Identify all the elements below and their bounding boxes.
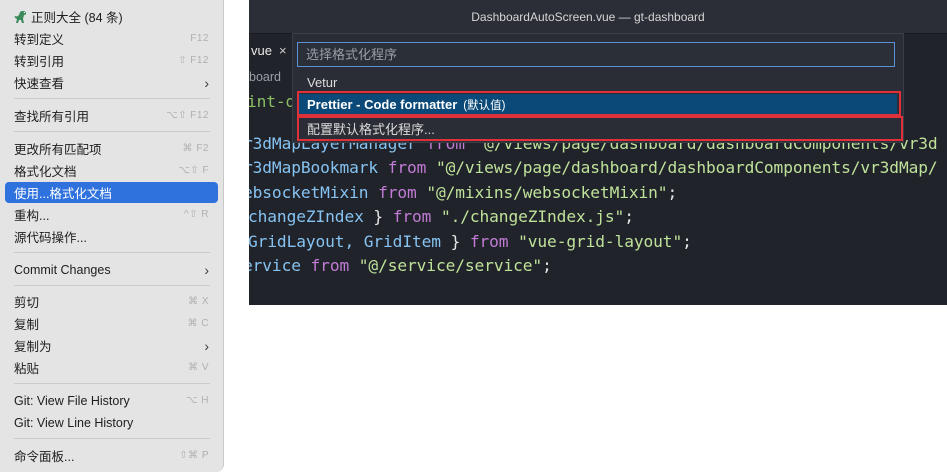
code-string: "@/views/page/dashboard/dashboardCompone… <box>435 158 938 177</box>
menu-separator <box>14 131 210 132</box>
code-string: "./changeZIndex.js" <box>440 207 625 226</box>
menu-item-source-action[interactable]: 源代码操作... <box>5 226 218 247</box>
menu-item-label: 快速查看 <box>14 77 65 91</box>
code-keyword: from <box>387 158 427 177</box>
code-line: r3dMapBookmark from "@/views/page/dashbo… <box>249 158 938 177</box>
menu-item-label: 剪切 <box>14 296 40 310</box>
menu-item-label: 粘贴 <box>14 362 40 376</box>
menu-item-label: 转到引用 <box>14 55 65 69</box>
code-keyword: from <box>392 207 432 226</box>
menu-item-label: 查找所有引用 <box>14 110 90 124</box>
menu-item-shortcut: F12 <box>190 33 209 44</box>
menu-item-peek[interactable]: 快速查看 › <box>5 72 218 93</box>
menu-item-label: Git: View File History <box>14 393 130 408</box>
formatter-option-vetur[interactable]: Vetur <box>297 72 897 93</box>
menu-item-go-to-definition[interactable]: 转到定义 F12 <box>5 28 218 49</box>
code-keyword: from <box>310 256 350 275</box>
menu-item-label: 更改所有匹配项 <box>14 143 102 157</box>
menu-item-find-all-references[interactable]: 查找所有引用 ⌥⇧ F12 <box>5 105 218 126</box>
menu-item-label: 正则大全 (84 条) <box>31 11 123 25</box>
menu-item-shortcut: ⌘ C <box>187 318 209 329</box>
menu-item-label: Git: View Line History <box>14 415 134 430</box>
menu-item-shortcut: ⌘ V <box>188 362 209 373</box>
menu-item-shortcut: ⌘ X <box>188 296 209 307</box>
menu-item-shortcut: ⇧⌘ P <box>179 450 209 461</box>
breadcrumb[interactable]: board <box>249 70 281 84</box>
code-identifier: GridLayout, GridItem <box>249 232 441 251</box>
menu-item-shortcut: ⌥⇧ F <box>178 165 209 176</box>
formatter-search-input[interactable] <box>297 42 895 67</box>
code-text: int-d <box>249 92 296 111</box>
code-line: ervice from "@/service/service"; <box>249 256 552 275</box>
menu-item-label: 复制为 <box>14 340 52 354</box>
window-titlebar: DashboardAutoScreen.vue — gt-dashboard <box>249 0 947 34</box>
menu-item-shortcut: ⇧ F12 <box>178 55 209 66</box>
menu-item-regex-collection[interactable]: 正则大全 (84 条) <box>5 6 218 27</box>
menu-item-format-document-with[interactable]: 使用...格式化文档 <box>5 182 218 203</box>
menu-item-refactor[interactable]: 重构... ^⇧ R <box>5 204 218 225</box>
code-identifier: r3dMapBookmark <box>249 158 379 177</box>
menu-item-label: 源代码操作... <box>14 231 87 245</box>
code-punctuation: ; <box>542 256 552 275</box>
code-punctuation: ; <box>667 183 678 202</box>
code-keyword: from <box>469 232 509 251</box>
code-line: changeZIndex } from "./changeZIndex.js"; <box>249 207 634 226</box>
menu-item-label: 转到定义 <box>14 33 65 47</box>
code-line: int-d <box>249 92 295 111</box>
default-badge: (默认值) <box>463 99 506 112</box>
chevron-right-icon: › <box>204 337 209 354</box>
option-label: Prettier - Code formatter <box>307 97 458 112</box>
code-identifier: ervice <box>249 256 301 275</box>
menu-item-shortcut: ^⇧ R <box>183 209 209 220</box>
dinosaur-icon <box>14 11 26 23</box>
formatter-quick-pick: Vetur Prettier - Code formatter (默认值) 配置… <box>292 33 904 143</box>
formatter-option-prettier[interactable]: Prettier - Code formatter (默认值) <box>297 94 897 115</box>
code-punctuation: ; <box>682 232 692 251</box>
menu-item-label: 复制 <box>14 318 40 332</box>
menu-item-label: 命令面板... <box>14 450 75 464</box>
close-icon[interactable]: × <box>279 43 287 58</box>
menu-item-label: Commit Changes <box>14 262 111 277</box>
option-label: 配置默认格式化程序... <box>307 122 435 137</box>
editor-tab[interactable]: vue × <box>249 36 293 64</box>
code-string: "vue-grid-layout" <box>518 232 683 251</box>
menu-item-shortcut: ⌘ F2 <box>182 143 209 154</box>
code-line: GridLayout, GridItem } from "vue-grid-la… <box>249 232 692 251</box>
tab-label: vue <box>251 42 272 58</box>
menu-item-label: 格式化文档 <box>14 165 77 179</box>
menu-separator <box>14 438 210 439</box>
window-title: DashboardAutoScreen.vue — gt-dashboard <box>471 9 705 24</box>
menu-item-cut[interactable]: 剪切 ⌘ X <box>5 291 218 312</box>
menu-item-paste[interactable]: 粘贴 ⌘ V <box>5 357 218 378</box>
menu-separator <box>14 383 210 384</box>
context-menu: 正则大全 (84 条) 转到定义 F12 转到引用 ⇧ F12 快速查看 › 查… <box>0 0 224 472</box>
code-identifier: ebsocketMixin <box>249 183 369 202</box>
menu-item-command-palette[interactable]: 命令面板... ⇧⌘ P <box>5 445 218 466</box>
menu-item-shortcut: ⌥ H <box>185 395 209 406</box>
chevron-right-icon: › <box>204 74 209 91</box>
chevron-right-icon: › <box>204 261 209 278</box>
menu-item-git-line-history[interactable]: Git: View Line History <box>5 412 218 433</box>
menu-separator <box>14 252 210 253</box>
code-line: ebsocketMixin from "@/mixins/websocketMi… <box>249 183 677 202</box>
menu-item-copy[interactable]: 复制 ⌘ C <box>5 313 218 334</box>
menu-item-go-to-references[interactable]: 转到引用 ⇧ F12 <box>5 50 218 71</box>
code-punctuation: ; <box>624 207 634 226</box>
code-string: "@/mixins/websocketMixin" <box>426 183 668 202</box>
menu-separator <box>14 285 210 286</box>
menu-item-shortcut: ⌥⇧ F12 <box>166 110 209 121</box>
code-keyword: from <box>378 183 417 202</box>
menu-item-git-file-history[interactable]: Git: View File History ⌥ H <box>5 390 218 411</box>
menu-item-copy-as[interactable]: 复制为 › <box>5 335 218 356</box>
formatter-option-configure-default[interactable]: 配置默认格式化程序... <box>297 118 897 139</box>
code-string: "@/service/service" <box>358 256 543 275</box>
menu-item-label: 重构... <box>14 209 50 223</box>
menu-item-format-document[interactable]: 格式化文档 ⌥⇧ F <box>5 160 218 181</box>
menu-item-commit-changes[interactable]: Commit Changes › <box>5 259 218 280</box>
code-identifier: changeZIndex <box>249 207 364 226</box>
menu-separator <box>14 98 210 99</box>
menu-item-label: 使用...格式化文档 <box>14 187 112 201</box>
option-label: Vetur <box>307 75 338 90</box>
menu-item-change-all-occurrences[interactable]: 更改所有匹配项 ⌘ F2 <box>5 138 218 159</box>
